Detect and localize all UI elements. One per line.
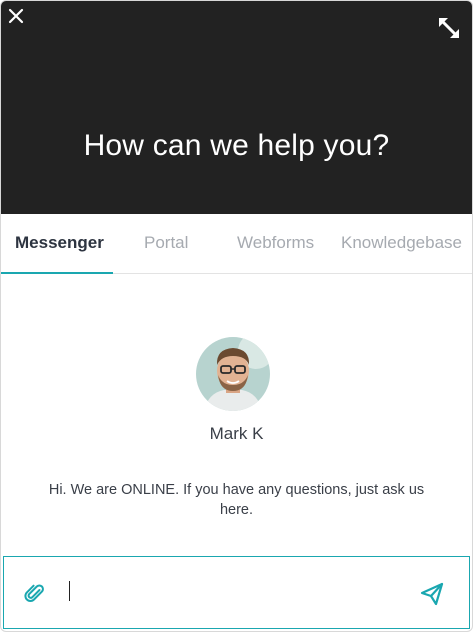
close-icon	[8, 8, 24, 24]
tab-knowledgebase[interactable]: Knowledgebase	[341, 214, 462, 273]
welcome-message: Hi. We are ONLINE. If you have any quest…	[48, 482, 425, 518]
send-button[interactable]	[419, 581, 445, 607]
tab-bar: Messenger Portal Webforms Knowledgebase	[1, 214, 472, 274]
expand-button[interactable]	[436, 15, 462, 41]
tab-webforms[interactable]: Webforms	[237, 214, 314, 273]
chat-widget: How can we help you? Messenger Portal We…	[0, 0, 473, 632]
message-composer	[3, 556, 470, 629]
agent-avatar	[196, 337, 270, 411]
tab-messenger[interactable]: Messenger	[15, 214, 104, 273]
send-icon	[420, 582, 444, 606]
message-input[interactable]	[66, 575, 386, 609]
widget-header: How can we help you?	[1, 1, 472, 214]
attach-button[interactable]	[24, 583, 46, 605]
text-cursor	[69, 581, 70, 601]
paperclip-icon	[24, 584, 44, 602]
agent-name: Mark K	[209, 424, 264, 443]
close-button[interactable]	[7, 7, 25, 25]
page-title: How can we help you?	[83, 129, 390, 162]
tab-portal[interactable]: Portal	[144, 214, 188, 273]
active-tab-indicator	[1, 272, 113, 274]
expand-icon	[439, 18, 459, 38]
